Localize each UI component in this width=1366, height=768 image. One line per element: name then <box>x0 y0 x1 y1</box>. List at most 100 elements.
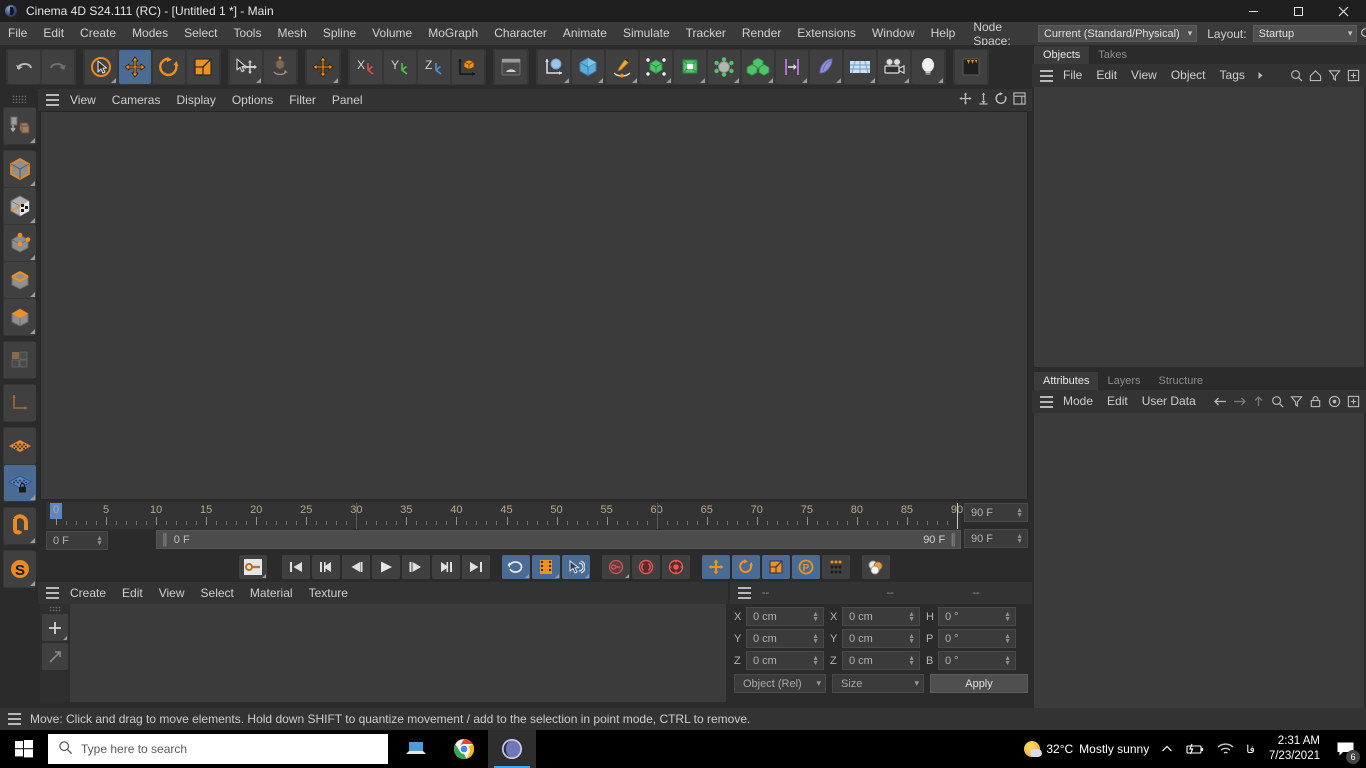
pan-view-icon[interactable] <box>959 92 972 108</box>
position-z-field[interactable]: 0 cm ▲ ▼ <box>746 651 824 670</box>
viewport-menu-panel[interactable]: Panel <box>324 89 371 111</box>
model-mode[interactable] <box>4 151 36 187</box>
rotate-tool[interactable] <box>153 50 185 84</box>
point-level-animation-button[interactable] <box>822 555 850 579</box>
objects-tree[interactable] <box>1034 87 1364 367</box>
add-panel-icon[interactable] <box>1345 393 1362 411</box>
add-mograph-object[interactable] <box>742 50 774 84</box>
param-track-button[interactable]: P <box>792 555 820 579</box>
viewport-menu-filter[interactable]: Filter <box>281 89 324 111</box>
menu-window[interactable]: Window <box>864 22 923 45</box>
size-x-field[interactable]: 0 cm ▲ ▼ <box>842 607 920 626</box>
go-to-end-button[interactable] <box>462 555 490 579</box>
menu-mograph[interactable]: MoGraph <box>420 22 486 45</box>
menu-spline[interactable]: Spline <box>315 22 364 45</box>
loop-playback-button[interactable] <box>502 555 530 579</box>
spinner-icon[interactable]: ▲ ▼ <box>812 611 821 623</box>
lock-z-axis[interactable]: Z <box>418 50 450 84</box>
objects-menu-object[interactable]: Object <box>1164 64 1213 87</box>
material-menu-edit[interactable]: Edit <box>114 582 151 604</box>
viewport-canvas[interactable] <box>40 111 1028 500</box>
tab-objects[interactable]: Objects <box>1034 46 1090 64</box>
material-menu-material[interactable]: Material <box>242 582 301 604</box>
spinner-icon[interactable]: ▲ ▼ <box>1004 655 1013 667</box>
apply-material-button[interactable] <box>42 643 68 670</box>
world-object-toggle[interactable] <box>452 50 484 84</box>
tab-structure[interactable]: Structure <box>1149 372 1213 390</box>
palette-drag-handle[interactable] <box>12 95 26 103</box>
wifi-icon[interactable] <box>1211 730 1240 768</box>
attributes-menu-user-data[interactable]: User Data <box>1135 390 1203 413</box>
tab-layers[interactable]: Layers <box>1098 372 1150 390</box>
task-view-button[interactable] <box>392 730 440 768</box>
add-camera-object[interactable] <box>878 50 910 84</box>
material-menu-texture[interactable]: Texture <box>301 582 356 604</box>
menu-select[interactable]: Select <box>176 22 225 45</box>
lock-y-axis[interactable]: Y <box>384 50 416 84</box>
viewport-menu-options[interactable]: Options <box>224 89 281 111</box>
size-y-field[interactable]: 0 cm ▲ ▼ <box>842 629 920 648</box>
new-material-button[interactable] <box>42 614 68 641</box>
forward-arrow-icon[interactable] <box>1231 393 1248 411</box>
spinner-icon[interactable]: ▲ ▼ <box>1016 507 1025 519</box>
current-frame-field[interactable]: 0 F ▲ ▼ <box>46 531 108 550</box>
language-icon[interactable]: فا <box>1240 730 1261 768</box>
menu-tools[interactable]: Tools <box>225 22 269 45</box>
layout-dropdown[interactable]: Startup ▾ <box>1252 25 1358 42</box>
spinner-icon[interactable]: ▲ ▼ <box>96 535 105 547</box>
taskbar-clock[interactable]: 2:31 AM 7/23/2021 <box>1261 730 1328 768</box>
range-right-grip[interactable]: ║ <box>949 534 957 546</box>
content-browser-button[interactable] <box>955 50 987 84</box>
record-active-objects-button[interactable] <box>239 555 267 579</box>
go-to-previous-frame-button[interactable] <box>342 555 370 579</box>
viewport-menu-view[interactable]: View <box>62 89 104 111</box>
position-x-field[interactable]: 0 cm ▲ ▼ <box>746 607 824 626</box>
maximize-button[interactable] <box>1276 0 1321 22</box>
menu-simulate[interactable]: Simulate <box>615 22 678 45</box>
taskbar-search-input[interactable]: Type here to search <box>48 734 388 764</box>
add-floor-object[interactable] <box>844 50 876 84</box>
position-y-field[interactable]: 0 cm ▲ ▼ <box>746 629 824 648</box>
redo-button[interactable] <box>42 50 74 84</box>
node-space-dropdown[interactable]: Current (Standard/Physical) ▾ <box>1037 25 1198 42</box>
project-settings-button[interactable] <box>862 555 890 579</box>
spinner-icon[interactable]: ▲ ▼ <box>908 655 917 667</box>
menu-extensions[interactable]: Extensions <box>789 22 864 45</box>
add-scene-object[interactable] <box>810 50 842 84</box>
attributes-content[interactable] <box>1034 413 1364 710</box>
menu-file[interactable]: File <box>0 22 35 45</box>
add-deformer-object[interactable] <box>708 50 740 84</box>
material-list[interactable] <box>40 604 726 702</box>
rotate-view-icon[interactable] <box>995 92 1008 108</box>
minimize-button[interactable] <box>1231 0 1276 22</box>
enable-snapping[interactable] <box>4 428 36 464</box>
add-spline-pen[interactable] <box>606 50 638 84</box>
position-track-button[interactable] <box>702 555 730 579</box>
menu-volume[interactable]: Volume <box>364 22 420 45</box>
target-icon[interactable] <box>1326 393 1343 411</box>
menu-help[interactable]: Help <box>923 22 964 45</box>
undo-button[interactable] <box>8 50 40 84</box>
live-selection-tool[interactable] <box>85 50 117 84</box>
make-editable-tool[interactable] <box>4 108 36 144</box>
keyframe-selection-button[interactable] <box>602 555 630 579</box>
size-z-field[interactable]: 0 cm ▲ ▼ <box>842 651 920 670</box>
tab-attributes[interactable]: Attributes <box>1034 372 1099 390</box>
menu-icon[interactable] <box>734 582 754 604</box>
lock-x-axis[interactable]: X <box>350 50 382 84</box>
material-drag-handle[interactable] <box>49 606 61 612</box>
windows-start-icon[interactable] <box>0 730 48 768</box>
objects-menu-file[interactable]: File <box>1056 64 1089 87</box>
menu-edit[interactable]: Edit <box>35 22 72 45</box>
battery-icon[interactable] <box>1179 730 1211 768</box>
lock-icon[interactable] <box>1307 393 1324 411</box>
menu-modes[interactable]: Modes <box>124 22 176 45</box>
polygons-mode[interactable] <box>4 299 36 335</box>
add-field-object[interactable] <box>776 50 808 84</box>
up-arrow-icon[interactable] <box>1250 393 1267 411</box>
edges-mode[interactable] <box>4 262 36 298</box>
move-tool[interactable] <box>119 50 151 84</box>
back-arrow-icon[interactable] <box>1212 393 1229 411</box>
spinner-icon[interactable]: ▲ ▼ <box>908 611 917 623</box>
add-panel-icon[interactable] <box>1345 67 1362 85</box>
